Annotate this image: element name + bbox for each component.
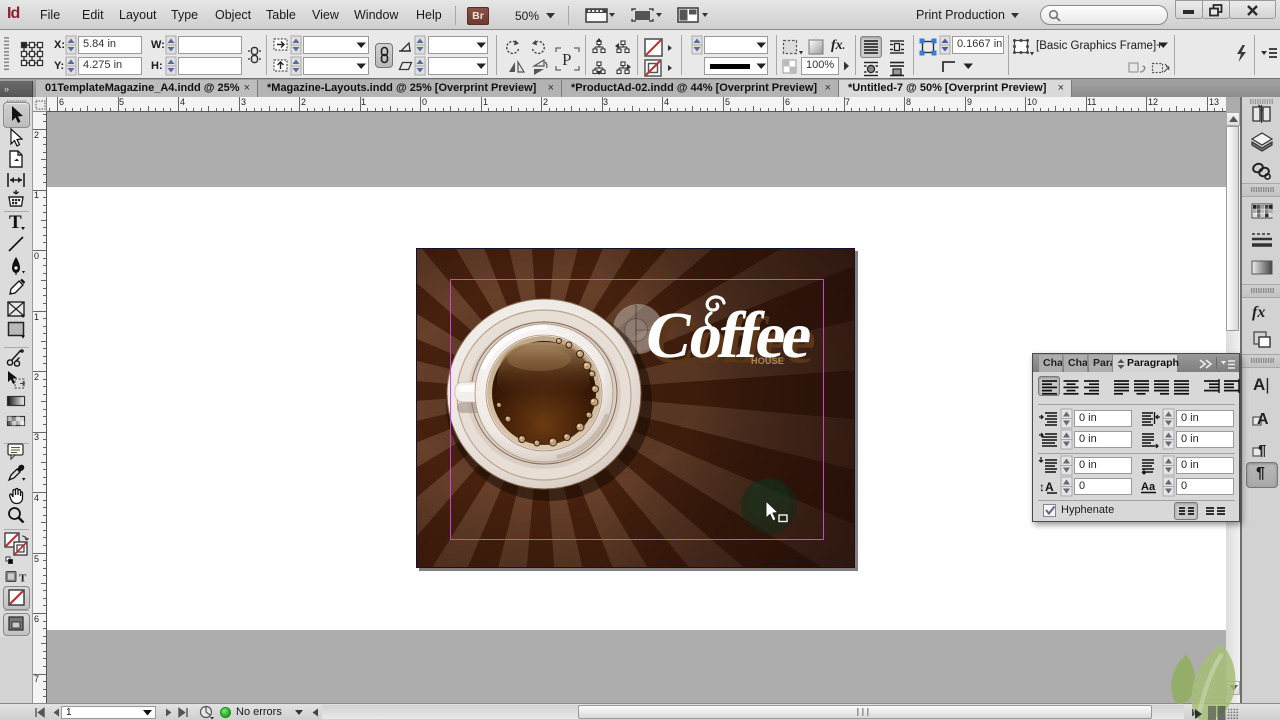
svg-text:¶: ¶ [1258,442,1266,459]
svg-text:Coffee: Coffee [639,299,818,371]
svg-text:Aa: Aa [1141,481,1156,493]
svg-text:P: P [562,50,571,69]
svg-text:↕A: ↕A [1039,480,1054,494]
svg-text:T: T [19,573,27,585]
svg-text:HOUSE: HOUSE [751,356,784,366]
svg-text:T: T [9,212,22,233]
svg-text:A: A [1257,411,1269,428]
